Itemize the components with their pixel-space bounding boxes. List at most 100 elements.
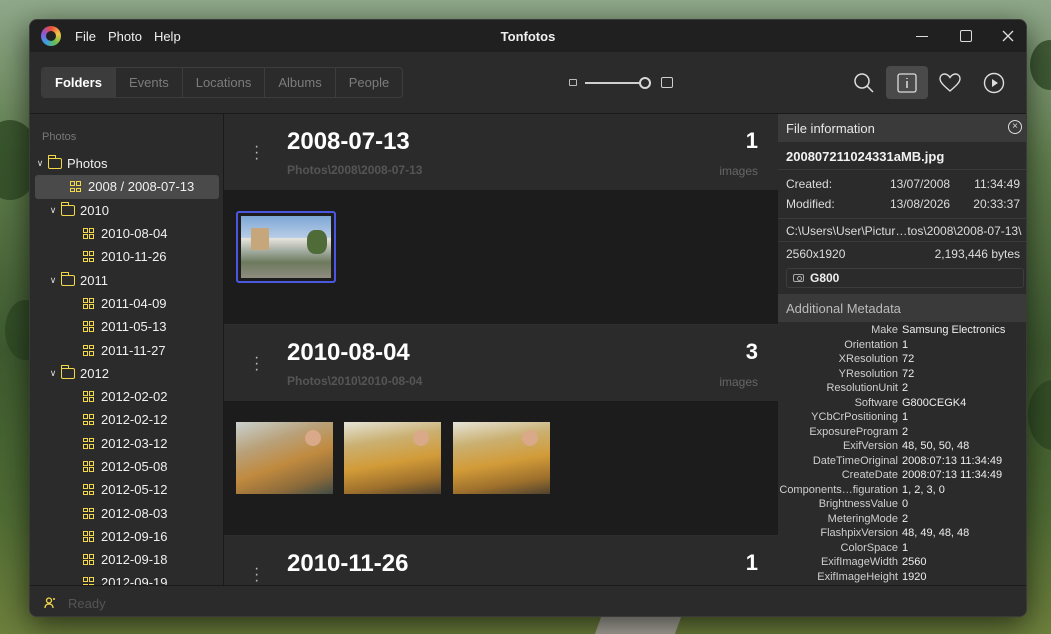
- album-grid-icon: [83, 414, 94, 426]
- file-path: C:\Users\User\Pictur…tos\2008\2008-07-13…: [778, 219, 1026, 242]
- metadata-key: Make: [871, 324, 898, 336]
- status-bar: Ready: [30, 585, 1026, 616]
- photo-thumbnail[interactable]: [236, 211, 336, 283]
- photo-image: [241, 216, 331, 278]
- minimize-button[interactable]: [901, 20, 943, 52]
- menu-photo[interactable]: Photo: [108, 29, 142, 44]
- slider-track[interactable]: [585, 82, 647, 84]
- tab-locations[interactable]: Locations: [183, 68, 266, 97]
- slider-handle[interactable]: [639, 77, 651, 89]
- group-menu-icon[interactable]: · · ·: [254, 561, 259, 586]
- photo-thumbnail[interactable]: [236, 422, 333, 494]
- app-window: File Photo Help Tonfotos Folders Events …: [29, 19, 1027, 617]
- chevron-down-icon[interactable]: ∨: [35, 158, 45, 169]
- metadata-value: 1: [902, 338, 909, 351]
- album-grid-icon: [83, 344, 94, 356]
- info-icon: [897, 72, 917, 93]
- tree-album[interactable]: 2012-09-19: [35, 571, 219, 585]
- tree-folder[interactable]: ∨ 2012: [35, 362, 219, 385]
- tree-item-label: 2012-05-08: [101, 459, 168, 474]
- image-resolution: 2560x1920: [786, 247, 846, 261]
- close-window-button[interactable]: [987, 20, 1026, 52]
- tree-album[interactable]: 2012-02-02: [35, 385, 219, 408]
- photo-thumbnail[interactable]: [344, 422, 441, 494]
- small-image-icon: [569, 79, 577, 86]
- group-count: 1: [745, 550, 758, 575]
- metadata-value: 2008:07:13 11:34:49: [902, 454, 1003, 467]
- tree-folder[interactable]: ∨ 2011: [35, 268, 219, 291]
- tab-events[interactable]: Events: [116, 68, 183, 97]
- tree-folder[interactable]: ∨ Photos: [35, 152, 219, 175]
- menu-help[interactable]: Help: [154, 29, 181, 44]
- tree-album[interactable]: 2012-09-18: [35, 548, 219, 571]
- metadata-key: DateTimeOriginal: [812, 454, 898, 467]
- album-grid-icon: [70, 181, 81, 193]
- tree-album[interactable]: 2012-02-12: [35, 408, 219, 431]
- metadata-row: Make Samsung Electronics: [778, 324, 1026, 339]
- tree-folder[interactable]: ∨ 2010: [35, 199, 219, 222]
- tree-album[interactable]: 2011-11-27: [35, 338, 219, 361]
- group-thumbnails: [224, 402, 778, 536]
- metadata-key: ColorSpace: [840, 541, 898, 554]
- metadata-value: 72: [902, 353, 915, 365]
- chevron-down-icon[interactable]: ∨: [48, 205, 58, 216]
- metadata-value: 2560: [902, 556, 927, 568]
- tree-item-label: 2012-05-12: [101, 482, 168, 498]
- info-button[interactable]: [886, 66, 928, 99]
- metadata-key: Orientation: [844, 338, 898, 351]
- group-menu-icon[interactable]: · · ·: [254, 139, 259, 167]
- album-grid-icon: [83, 530, 94, 542]
- metadata-row: BrightnessValue 0: [778, 498, 1026, 513]
- tree-album[interactable]: 2012-09-16: [35, 525, 219, 548]
- tree-album[interactable]: 2012-03-12: [35, 432, 219, 455]
- album-grid-icon: [83, 251, 94, 263]
- slideshow-button[interactable]: [973, 66, 1015, 99]
- maximize-button[interactable]: [945, 20, 987, 52]
- tab-albums[interactable]: Albums: [265, 68, 336, 97]
- tree-item-label: 2012-02-02: [101, 389, 168, 405]
- tree-album[interactable]: 2010-11-26: [35, 245, 219, 268]
- tree-album[interactable]: 2011-05-13: [35, 315, 219, 338]
- photo-grid: · · · 2008-07-13 Photos\2008\2008-07-13 1 …: [224, 114, 778, 585]
- menu-file[interactable]: File: [75, 29, 96, 44]
- file-name: 200807211024331aMB.jpg: [778, 142, 1026, 170]
- metadata-value: G800CEGK4: [902, 396, 967, 409]
- created-time: 11:34:49: [974, 177, 1020, 191]
- metadata-value: 2008:07:13 11:34:49: [902, 469, 1003, 481]
- search-button[interactable]: [843, 66, 885, 99]
- tree-album[interactable]: 2012-08-03: [35, 501, 219, 524]
- tree-album[interactable]: 2011-04-09: [35, 292, 219, 315]
- close-info-icon[interactable]: ×: [1008, 120, 1022, 134]
- chevron-down-icon[interactable]: ∨: [48, 368, 58, 379]
- folder-icon: [60, 364, 75, 379]
- group-menu-icon[interactable]: · · ·: [254, 350, 259, 378]
- metadata-key: ExifImageWidth: [820, 556, 898, 568]
- tree-item-label: 2012-02-12: [101, 412, 168, 428]
- tree-album[interactable]: 2008 / 2008-07-13: [35, 175, 219, 199]
- tree-item-label: 2010-11-26: [101, 249, 167, 265]
- app-logo-icon: [41, 26, 61, 46]
- metadata-value: 72: [902, 367, 915, 380]
- metadata-value: 1920: [902, 570, 927, 583]
- metadata-value: Samsung Electronics: [902, 324, 1006, 336]
- group-path: Photos\2010\2010-08-04: [287, 374, 423, 388]
- tree-album[interactable]: 2010-08-04: [35, 222, 219, 245]
- favorites-button[interactable]: [929, 66, 971, 99]
- metadata-row: CreateDate 2008:07:13 11:34:49: [778, 469, 1026, 484]
- metadata-row: ExifImageWidth 2560: [778, 556, 1026, 571]
- tree-album[interactable]: 2012-05-08: [35, 455, 219, 478]
- album-grid-icon: [83, 297, 94, 309]
- tab-folders[interactable]: Folders: [42, 68, 116, 97]
- chevron-down-icon[interactable]: ∨: [48, 275, 58, 286]
- thumbnail-size-slider[interactable]: [569, 77, 675, 89]
- modified-time: 20:33:37: [973, 197, 1020, 211]
- photo-thumbnail[interactable]: [453, 422, 550, 494]
- close-icon: [1002, 30, 1014, 42]
- group-count-unit: images: [719, 375, 758, 389]
- info-header-title: File information: [786, 121, 875, 136]
- metadata-row: XResolution 72: [778, 353, 1026, 368]
- tab-people[interactable]: People: [336, 68, 402, 97]
- metadata-row: ResolutionUnit 2: [778, 382, 1026, 397]
- group-title: 2010-08-04: [287, 339, 410, 366]
- tree-album[interactable]: 2012-05-12: [35, 478, 219, 501]
